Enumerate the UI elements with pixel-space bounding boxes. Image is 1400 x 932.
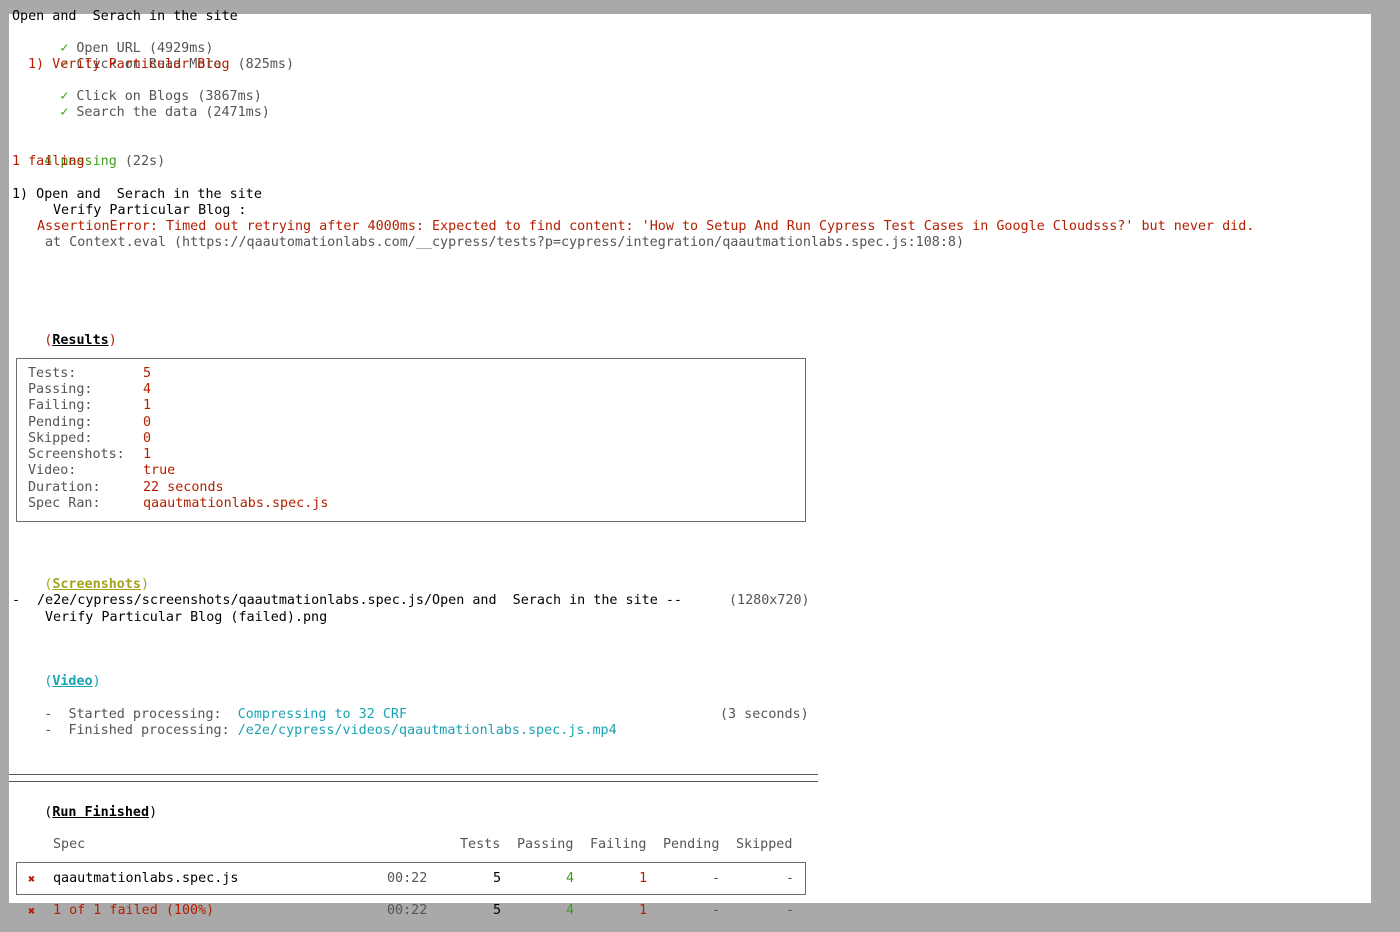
total-duration: 00:22	[387, 903, 428, 918]
video-finished-line: - Finished processing: /e2e/cypress/vide…	[44, 723, 617, 738]
column-header-passing: Passing	[517, 837, 574, 852]
results-key: Passing:	[28, 382, 93, 397]
column-header-pending: Pending	[663, 837, 720, 852]
column-header-failing: Failing	[590, 837, 647, 852]
column-header-skipped: Skipped	[736, 837, 793, 852]
total-tests: 5	[493, 903, 502, 918]
total-summary: 1 of 1 failed (100%)	[53, 903, 215, 918]
total-skipped: -	[786, 903, 795, 918]
test-label: Search the data	[76, 105, 198, 120]
failure-test-name: Verify Particular Blog :	[53, 203, 247, 218]
assertion-error: AssertionError: Timed out retrying after…	[37, 219, 1255, 234]
screenshot-bullet: -	[12, 593, 21, 608]
results-key: Pending:	[28, 415, 93, 430]
results-heading-label: Results	[52, 333, 109, 348]
results-box: Tests: 5 Passing: 4 Failing: 1 Pending: …	[16, 358, 806, 522]
results-key: Screenshots:	[28, 447, 125, 462]
total-pending: -	[712, 903, 721, 918]
results-value: qaautmationlabs.spec.js	[143, 496, 329, 511]
fail-x-icon: ✖	[28, 872, 36, 886]
total-failing: 1	[639, 903, 648, 918]
run-finished-heading-label: Run Finished	[52, 805, 150, 820]
test-item: ✓ Search the data (2471ms)	[28, 89, 270, 137]
stack-trace: at Context.eval (https://qaautomationlab…	[45, 235, 965, 250]
terminal-output: Open and Serach in the site ✓ Open URL (…	[9, 9, 1371, 918]
run-finished-heading: (Run Finished)	[44, 805, 158, 820]
test-time: (825ms)	[237, 57, 295, 72]
results-key: Duration:	[28, 480, 101, 495]
results-value: 1	[143, 398, 152, 413]
results-value: true	[143, 463, 176, 478]
results-key: Failing:	[28, 398, 93, 413]
results-value: 4	[143, 382, 152, 397]
spec-name: qaautmationlabs.spec.js	[53, 871, 239, 886]
video-heading-label: Video	[52, 674, 93, 689]
separator-line	[9, 774, 818, 782]
screenshot-path-continued: Verify Particular Blog (failed).png	[45, 610, 328, 625]
results-key: Skipped:	[28, 431, 93, 446]
results-value: 5	[143, 366, 152, 381]
column-header-spec: Spec	[53, 837, 86, 852]
results-value: 0	[143, 415, 152, 430]
suite-title: Open and Serach in the site	[12, 9, 238, 24]
results-value: 1	[143, 447, 152, 462]
check-icon: ✓	[60, 105, 69, 120]
total-passing: 4	[566, 903, 575, 918]
screenshot-size: (1280x720)	[729, 593, 810, 608]
spec-pending: -	[712, 871, 721, 886]
passing-duration: (22s)	[124, 154, 166, 169]
failing-count: 1 failing	[12, 154, 85, 169]
test-time: (2471ms)	[205, 105, 270, 120]
failed-test-item: 1) Verify Particular Blog	[28, 57, 230, 72]
column-header-tests: Tests	[460, 837, 501, 852]
screenshot-path: /e2e/cypress/screenshots/qaautmationlabs…	[37, 593, 682, 608]
results-value: 22 seconds	[143, 480, 224, 495]
results-key: Tests:	[28, 366, 77, 381]
spec-passing: 4	[566, 871, 575, 886]
results-value: 0	[143, 431, 152, 446]
spec-tests: 5	[493, 871, 502, 886]
screenshots-heading-label: Screenshots	[52, 577, 141, 592]
total-fail-x-icon: ✖	[28, 904, 36, 918]
spec-skipped: -	[786, 871, 795, 886]
failure-header: 1) Open and Serach in the site	[12, 187, 262, 202]
results-key: Video:	[28, 463, 77, 478]
video-finished-time: (3 seconds)	[720, 707, 809, 722]
video-finished-path: /e2e/cypress/videos/qaautmationlabs.spec…	[237, 723, 617, 738]
spec-failing: 1	[639, 871, 648, 886]
results-key: Spec Ran:	[28, 496, 101, 511]
video-finished-label: Finished processing:	[68, 723, 230, 738]
spec-duration: 00:22	[387, 871, 428, 886]
